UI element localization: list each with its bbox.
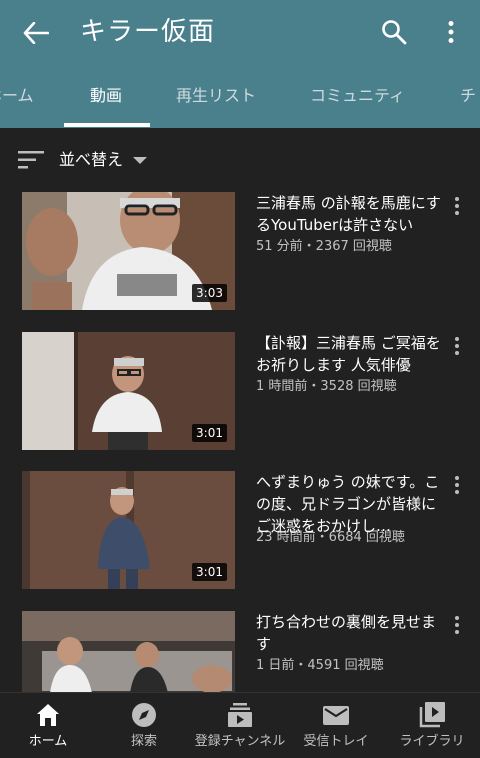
video-item[interactable]: 打ち合わせの裏側を見せます 1 日前・4591 回視聴 <box>0 611 480 692</box>
video-thumbnail[interactable]: 3:01 <box>22 471 235 589</box>
more-options-button[interactable] <box>436 14 466 50</box>
home-icon <box>37 704 59 726</box>
video-duration: 3:01 <box>192 424 227 442</box>
library-icon <box>419 702 445 728</box>
video-meta: 23 時間前・6684 回視聴 <box>256 530 405 545</box>
search-button[interactable] <box>376 14 412 50</box>
video-title[interactable]: 打ち合わせの裏側を見せます <box>256 611 442 655</box>
video-meta: 51 分前・2367 回視聴 <box>256 239 392 254</box>
back-button[interactable] <box>16 16 56 50</box>
video-meta: 1 時間前・3528 回視聴 <box>256 379 397 394</box>
tab-playlists[interactable]: 再生リスト <box>176 64 256 128</box>
more-vert-icon <box>455 476 459 494</box>
tab-channels[interactable]: チ <box>460 64 476 128</box>
sort-label[interactable]: 並べ替え <box>59 148 123 172</box>
caret-down-icon <box>133 157 147 164</box>
video-duration: 3:01 <box>192 563 227 581</box>
subscriptions-icon <box>228 703 252 727</box>
explore-icon <box>132 703 156 727</box>
app-header: キラー仮面 ホーム 動画 再生リスト コミュニティ チ <box>0 0 480 128</box>
nav-label: ライブラリ <box>399 734 465 749</box>
thumbnail-image <box>22 611 235 692</box>
tab-home[interactable]: ホーム <box>0 64 34 128</box>
tab-community[interactable]: コミュニティ <box>310 64 405 128</box>
search-icon <box>382 20 407 45</box>
nav-label: ホーム <box>28 734 68 749</box>
video-meta: 1 日前・4591 回視聴 <box>256 658 384 673</box>
video-more-button[interactable] <box>446 473 468 497</box>
nav-library[interactable]: ライブラリ <box>384 693 480 758</box>
bottom-navigation: ホーム 探索 登録チャンネル 受信トレイ ライブラリ <box>0 692 480 758</box>
video-thumbnail[interactable] <box>22 611 235 692</box>
more-vert-icon <box>455 197 459 215</box>
sort-icon <box>18 151 44 169</box>
video-item[interactable]: 3:01 【訃報】三浦春馬 ご冥福をお祈りします 人気俳優 1 時間前・3528… <box>0 332 480 471</box>
video-more-button[interactable] <box>446 334 468 358</box>
video-duration: 3:03 <box>192 284 227 302</box>
more-vert-icon <box>455 337 459 355</box>
channel-tabs: ホーム 動画 再生リスト コミュニティ チ <box>0 64 480 128</box>
header-row: キラー仮面 <box>0 0 480 64</box>
video-thumbnail[interactable]: 3:03 <box>22 192 235 310</box>
nav-label: 登録チャンネル <box>194 734 286 749</box>
video-thumbnail[interactable]: 3:01 <box>22 332 235 450</box>
video-title[interactable]: 【訃報】三浦春馬 ご冥福をお祈りします 人気俳優 <box>256 332 442 376</box>
more-vert-icon <box>455 616 459 634</box>
arrow-left-icon <box>23 22 49 44</box>
more-vert-icon <box>448 21 454 43</box>
video-title[interactable]: 三浦春馬 の訃報を馬鹿にするYouTuberは許さない <box>256 192 442 236</box>
tab-videos[interactable]: 動画 <box>90 64 122 128</box>
channel-title: キラー仮面 <box>80 17 216 47</box>
video-title[interactable]: へずまりゅう の妹です。この度、兄ドラゴンが皆様にご迷惑をおかけし… <box>256 471 442 537</box>
nav-inbox[interactable]: 受信トレイ <box>288 693 384 758</box>
inbox-icon <box>323 706 349 725</box>
nav-label: 探索 <box>130 734 157 749</box>
nav-subscriptions[interactable]: 登録チャンネル <box>192 693 288 758</box>
nav-home[interactable]: ホーム <box>0 693 96 758</box>
video-more-button[interactable] <box>446 194 468 218</box>
nav-explore[interactable]: 探索 <box>96 693 192 758</box>
video-more-button[interactable] <box>446 613 468 637</box>
active-tab-indicator <box>64 123 150 127</box>
video-item[interactable]: 3:03 三浦春馬 の訃報を馬鹿にするYouTuberは許さない 51 分前・2… <box>0 192 480 331</box>
video-item[interactable]: 3:01 へずまりゅう の妹です。この度、兄ドラゴンが皆様にご迷惑をおかけし… … <box>0 471 480 610</box>
nav-label: 受信トレイ <box>303 734 369 749</box>
